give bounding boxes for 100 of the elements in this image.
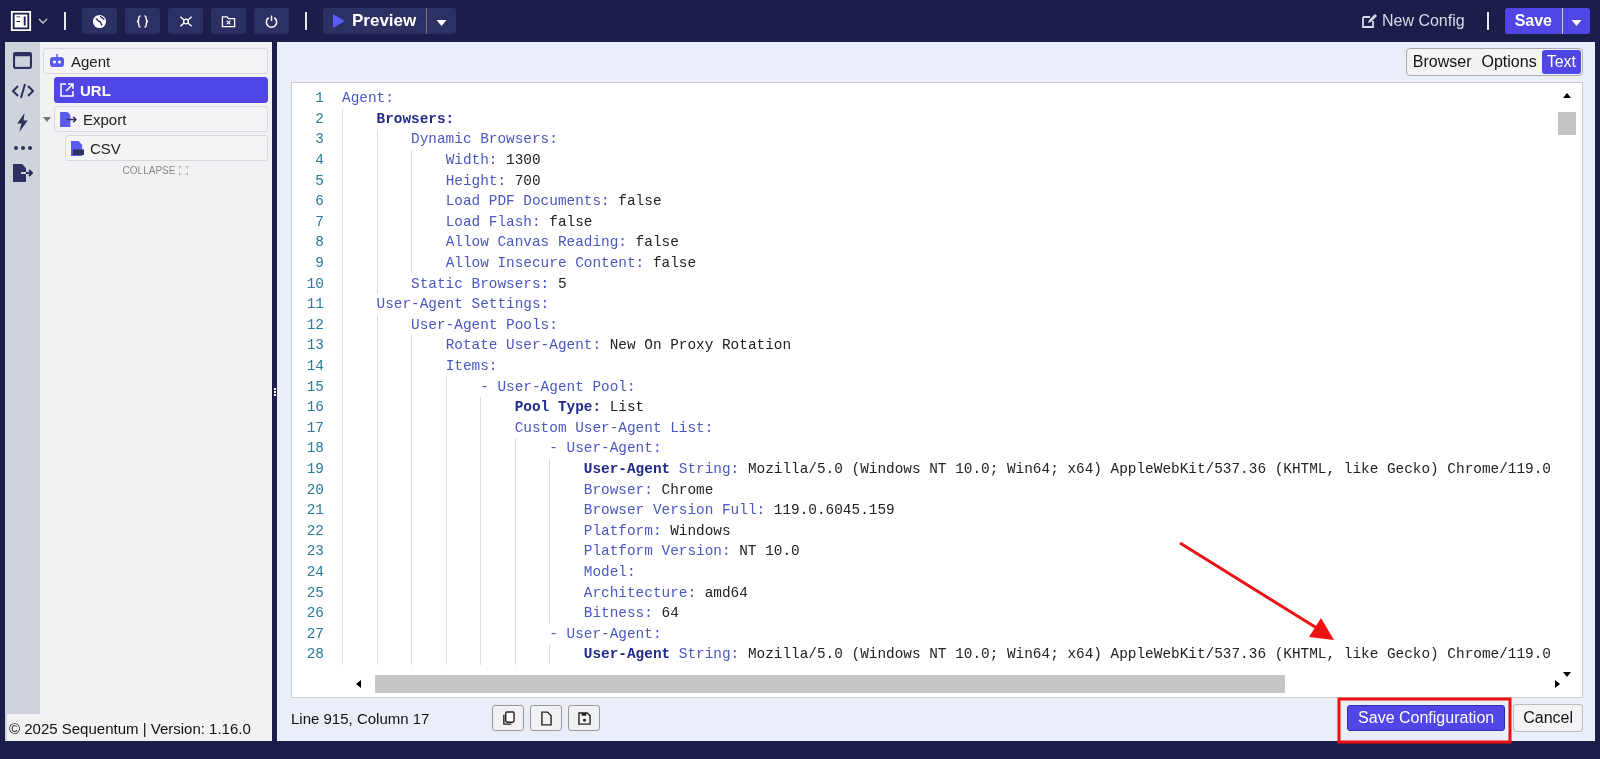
line-number: 16	[305, 399, 324, 416]
tree-item[interactable]: Export	[54, 106, 268, 132]
more-icon[interactable]	[13, 146, 32, 150]
code-line: Items:	[445, 358, 498, 374]
line-number: 15	[305, 378, 324, 395]
folder-icon	[221, 13, 236, 29]
code-line: Width: 1300	[445, 152, 541, 169]
code-line: User-Agent Pools:	[411, 316, 558, 333]
line-number: 1	[314, 90, 324, 107]
code-line: Allow Canvas Reading: false	[445, 234, 679, 251]
code-line: User-Agent String: Mozilla/5.0 (Windows NT 10.0; Win64; x64) AppleWebKit/537.36 (KHTML, like Gecko) Chrome/119.0	[583, 646, 1551, 663]
csv-file-icon	[71, 140, 84, 156]
logo-icon[interactable]	[10, 10, 32, 32]
lightning-icon[interactable]	[16, 113, 29, 132]
code-line: Browsers:	[376, 110, 455, 127]
view-tab[interactable]: Text	[1541, 50, 1581, 74]
code-line: - User-Agent:	[549, 625, 662, 642]
code-line: - User-Agent:	[549, 440, 662, 457]
globe-button[interactable]	[82, 8, 117, 34]
code-line: Browser: Chrome	[583, 481, 714, 498]
code-line: User-Agent String: Mozilla/5.0 (Windows NT 10.0; Win64; x64) AppleWebKit/537.36 (KHTML, like Gecko) Chrome/119.0	[583, 461, 1551, 477]
code-line: Dynamic Browsers:	[411, 131, 558, 148]
code-line: Platform: Windows	[583, 522, 731, 539]
line-number: 7	[314, 213, 324, 230]
code-line: Bitness: 64	[583, 605, 679, 622]
file-icon	[540, 710, 552, 726]
code-line: - User-Agent Pool:	[480, 378, 636, 395]
window-icon[interactable]	[13, 52, 32, 69]
save-icon-button[interactable]	[568, 705, 600, 731]
scroll-left-icon[interactable]	[356, 680, 361, 688]
line-number: 14	[305, 358, 324, 374]
code-line: Allow Insecure Content: false	[445, 255, 697, 272]
line-number: 4	[314, 152, 324, 169]
power-button[interactable]	[254, 8, 289, 34]
line-number: 25	[305, 584, 324, 601]
save-configuration-button[interactable]: Save Configuration	[1347, 705, 1506, 731]
line-number: 2	[314, 110, 324, 127]
scroll-thumb[interactable]	[375, 675, 1285, 693]
code-line: Platform Version: NT 10.0	[583, 543, 800, 560]
code-line: Architecture: amd64	[583, 584, 748, 601]
scroll-up-icon[interactable]	[1563, 93, 1571, 98]
code-line: Static Browsers: 5	[411, 275, 567, 292]
code-line: Browser Version Full: 119.0.6045.159	[583, 502, 895, 519]
copy-icon	[501, 710, 515, 726]
power-icon	[264, 13, 279, 29]
line-number: 6	[314, 193, 324, 210]
line-number: 13	[305, 337, 324, 354]
cancel-button[interactable]: Cancel	[1513, 704, 1583, 732]
robot-icon	[49, 54, 65, 68]
line-number: 22	[305, 522, 324, 539]
globe-icon	[92, 13, 107, 29]
new-config-button[interactable]: New Config	[1354, 11, 1471, 31]
line-number: 27	[305, 625, 324, 642]
line-number: 23	[305, 543, 324, 560]
scroll-thumb[interactable]	[1558, 112, 1576, 135]
code-line: Load PDF Documents: false	[445, 193, 662, 210]
line-number: 10	[305, 275, 324, 292]
tree-item[interactable]: CSV	[65, 135, 268, 161]
line-number: 3	[314, 131, 324, 148]
preview-button[interactable]: Preview	[323, 8, 428, 34]
code-line: Load Flash: false	[445, 213, 593, 230]
caret-icon	[1571, 19, 1582, 26]
view-tab[interactable]: Browser	[1407, 50, 1477, 74]
code-line: Height: 700	[445, 172, 541, 189]
code-icon[interactable]	[11, 83, 34, 99]
line-number: 17	[305, 419, 324, 436]
line-number: 28	[305, 646, 324, 663]
network-button[interactable]	[168, 8, 203, 34]
line-number: 12	[305, 316, 324, 333]
play-icon	[333, 14, 345, 28]
scroll-right-icon[interactable]	[1555, 680, 1560, 688]
save-button[interactable]: Save	[1504, 8, 1563, 34]
line-number: 18	[305, 440, 324, 457]
save-dropdown-button[interactable]	[1563, 8, 1590, 34]
braces-button[interactable]	[125, 8, 160, 34]
copy-button[interactable]	[492, 705, 524, 731]
code-line: Custom User-Agent List:	[514, 419, 714, 436]
caret-icon[interactable]	[43, 116, 51, 122]
edit-icon	[1360, 13, 1377, 29]
cursor-position: Line 915, Column 17	[291, 709, 431, 727]
tree-item[interactable]: Agent	[43, 48, 268, 74]
view-tab[interactable]: Options	[1476, 50, 1542, 74]
caret-icon	[436, 19, 448, 26]
code-line: Agent:	[342, 90, 394, 107]
line-number: 26	[305, 605, 324, 622]
preview-dropdown-button[interactable]	[427, 8, 457, 34]
folder-close-button[interactable]	[211, 8, 246, 34]
export-icon	[60, 111, 77, 127]
export-icon[interactable]	[12, 164, 33, 182]
chevron-down-icon[interactable]	[38, 18, 48, 24]
line-number: 19	[305, 461, 324, 477]
line-number: 9	[314, 255, 324, 272]
tree-item[interactable]: URL	[54, 77, 268, 103]
scroll-down-icon[interactable]	[1563, 672, 1571, 677]
new-file-button[interactable]	[530, 705, 562, 731]
code-line: User-Agent Settings:	[376, 296, 550, 313]
braces-icon	[135, 13, 150, 29]
line-number: 24	[305, 563, 324, 580]
code-line: Pool Type: List	[514, 399, 645, 416]
line-number: 21	[305, 502, 324, 519]
